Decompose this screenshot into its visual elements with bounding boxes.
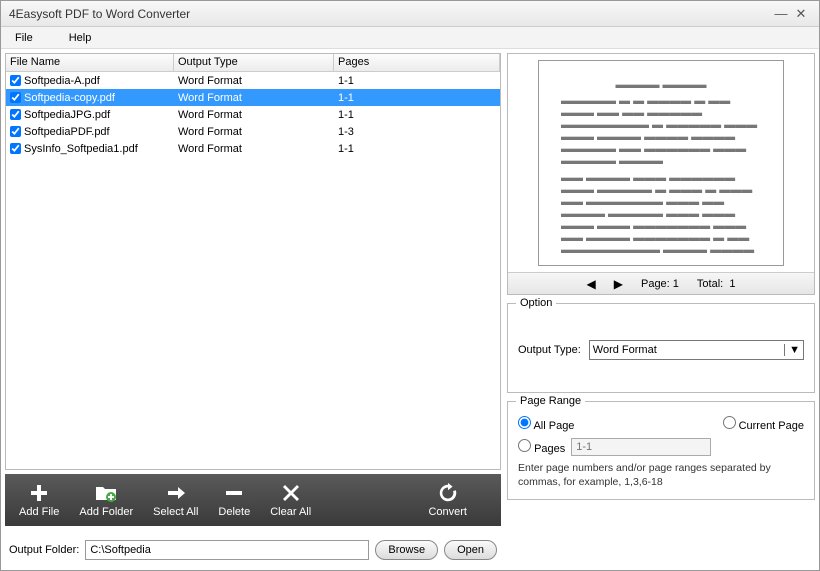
convert-label: Convert	[428, 506, 467, 518]
folder-plus-icon	[95, 482, 117, 504]
app-window: 4Easysoft PDF to Word Converter — ✕ File…	[0, 0, 820, 571]
next-page-button[interactable]: ▶	[614, 277, 623, 291]
content: File Name Output Type Pages Softpedia-A.…	[1, 49, 819, 570]
output-type-value: Word Format	[593, 344, 657, 356]
right-pane: ▬▬▬▬ ▬▬▬▬ ▬▬▬▬▬ ▬ ▬ ▬▬▬▬ ▬ ▬▬ ▬▬▬ ▬▬ ▬▬ …	[507, 53, 815, 566]
col-pages[interactable]: Pages	[334, 54, 500, 71]
add-folder-label: Add Folder	[79, 506, 133, 518]
cell-pages: 1-1	[334, 75, 500, 87]
table-row[interactable]: SysInfo_Softpedia1.pdf Word Format1-1	[6, 140, 500, 157]
cell-output: Word Format	[174, 75, 334, 87]
close-button[interactable]: ✕	[791, 6, 811, 22]
add-file-button[interactable]: Add File	[11, 480, 67, 520]
cell-filename: Softpedia-copy.pdf	[24, 92, 115, 104]
arrow-right-icon	[165, 482, 187, 504]
titlebar: 4Easysoft PDF to Word Converter — ✕	[1, 1, 819, 27]
table-row[interactable]: Softpedia-copy.pdf Word Format1-1	[6, 89, 500, 106]
page-indicator: Page: 1	[641, 278, 679, 290]
row-checkbox[interactable]	[10, 92, 21, 103]
window-title: 4Easysoft PDF to Word Converter	[9, 7, 771, 21]
browse-button[interactable]: Browse	[375, 540, 438, 560]
convert-button[interactable]: Convert	[420, 480, 475, 520]
option-group: Option Output Type: Word Format ▼	[507, 303, 815, 393]
table-header: File Name Output Type Pages	[6, 54, 500, 72]
table-body: Softpedia-A.pdfWord Format1-1Softpedia-c…	[6, 72, 500, 469]
output-folder-input[interactable]	[85, 540, 369, 560]
minus-icon	[223, 482, 245, 504]
prev-page-button[interactable]: ◀	[587, 277, 596, 291]
cell-output: Word Format	[174, 92, 334, 104]
table-row[interactable]: SoftpediaPDF.pdf Word Format1-3	[6, 123, 500, 140]
table-row[interactable]: Softpedia-A.pdf Word Format1-1	[6, 72, 500, 89]
cell-filename: Softpedia-A.pdf	[24, 75, 100, 87]
open-button[interactable]: Open	[444, 540, 497, 560]
cell-pages: 1-3	[334, 126, 500, 138]
plus-icon	[28, 482, 50, 504]
output-folder-label: Output Folder:	[9, 544, 79, 556]
refresh-icon	[437, 482, 459, 504]
radio-pages[interactable]: Pages	[518, 439, 565, 455]
row-checkbox[interactable]	[10, 109, 21, 120]
cell-output: Word Format	[174, 126, 334, 138]
total-indicator: Total: 1	[697, 278, 736, 290]
menu-help[interactable]: Help	[63, 30, 98, 46]
preview-nav: ◀ ▶ Page: 1 Total: 1	[508, 272, 814, 294]
radio-all-page[interactable]: All Page	[518, 416, 574, 432]
row-checkbox[interactable]	[10, 75, 21, 86]
range-hint: Enter page numbers and/or page ranges se…	[518, 462, 804, 489]
row-checkbox[interactable]	[10, 126, 21, 137]
output-folder-row: Output Folder: Browse Open	[5, 526, 501, 566]
cell-output: Word Format	[174, 109, 334, 121]
file-table: File Name Output Type Pages Softpedia-A.…	[5, 53, 501, 470]
cell-filename: SoftpediaPDF.pdf	[24, 126, 110, 138]
menubar: File Help	[1, 27, 819, 49]
select-all-button[interactable]: Select All	[145, 480, 206, 520]
clear-all-label: Clear All	[270, 506, 311, 518]
page-range-group: Page Range All Page Current Page Pages E…	[507, 401, 815, 500]
chevron-down-icon: ▼	[784, 344, 800, 356]
pages-input[interactable]	[571, 438, 711, 456]
cell-output: Word Format	[174, 143, 334, 155]
output-type-select[interactable]: Word Format ▼	[589, 340, 804, 360]
x-icon	[280, 482, 302, 504]
preview-page: ▬▬▬▬ ▬▬▬▬ ▬▬▬▬▬ ▬ ▬ ▬▬▬▬ ▬ ▬▬ ▬▬▬ ▬▬ ▬▬ …	[538, 60, 784, 266]
cell-filename: SysInfo_Softpedia1.pdf	[24, 143, 138, 155]
table-row[interactable]: SoftpediaJPG.pdf Word Format1-1	[6, 106, 500, 123]
main-toolbar: Add File Add Folder Select All Delete Cl…	[5, 474, 501, 526]
clear-all-button[interactable]: Clear All	[262, 480, 319, 520]
add-file-label: Add File	[19, 506, 59, 518]
delete-button[interactable]: Delete	[210, 480, 258, 520]
add-folder-button[interactable]: Add Folder	[71, 480, 141, 520]
select-all-label: Select All	[153, 506, 198, 518]
row-checkbox[interactable]	[10, 143, 21, 154]
cell-pages: 1-1	[334, 143, 500, 155]
minimize-button[interactable]: —	[771, 6, 791, 21]
option-legend: Option	[516, 297, 556, 309]
preview-panel: ▬▬▬▬ ▬▬▬▬ ▬▬▬▬▬ ▬ ▬ ▬▬▬▬ ▬ ▬▬ ▬▬▬ ▬▬ ▬▬ …	[507, 53, 815, 295]
radio-current-page[interactable]: Current Page	[723, 416, 805, 432]
col-output[interactable]: Output Type	[174, 54, 334, 71]
cell-pages: 1-1	[334, 92, 500, 104]
cell-filename: SoftpediaJPG.pdf	[24, 109, 110, 121]
col-filename[interactable]: File Name	[6, 54, 174, 71]
cell-pages: 1-1	[334, 109, 500, 121]
output-type-label: Output Type:	[518, 344, 581, 356]
menu-file[interactable]: File	[9, 30, 39, 46]
delete-label: Delete	[218, 506, 250, 518]
range-legend: Page Range	[516, 395, 585, 407]
left-pane: File Name Output Type Pages Softpedia-A.…	[5, 53, 501, 566]
